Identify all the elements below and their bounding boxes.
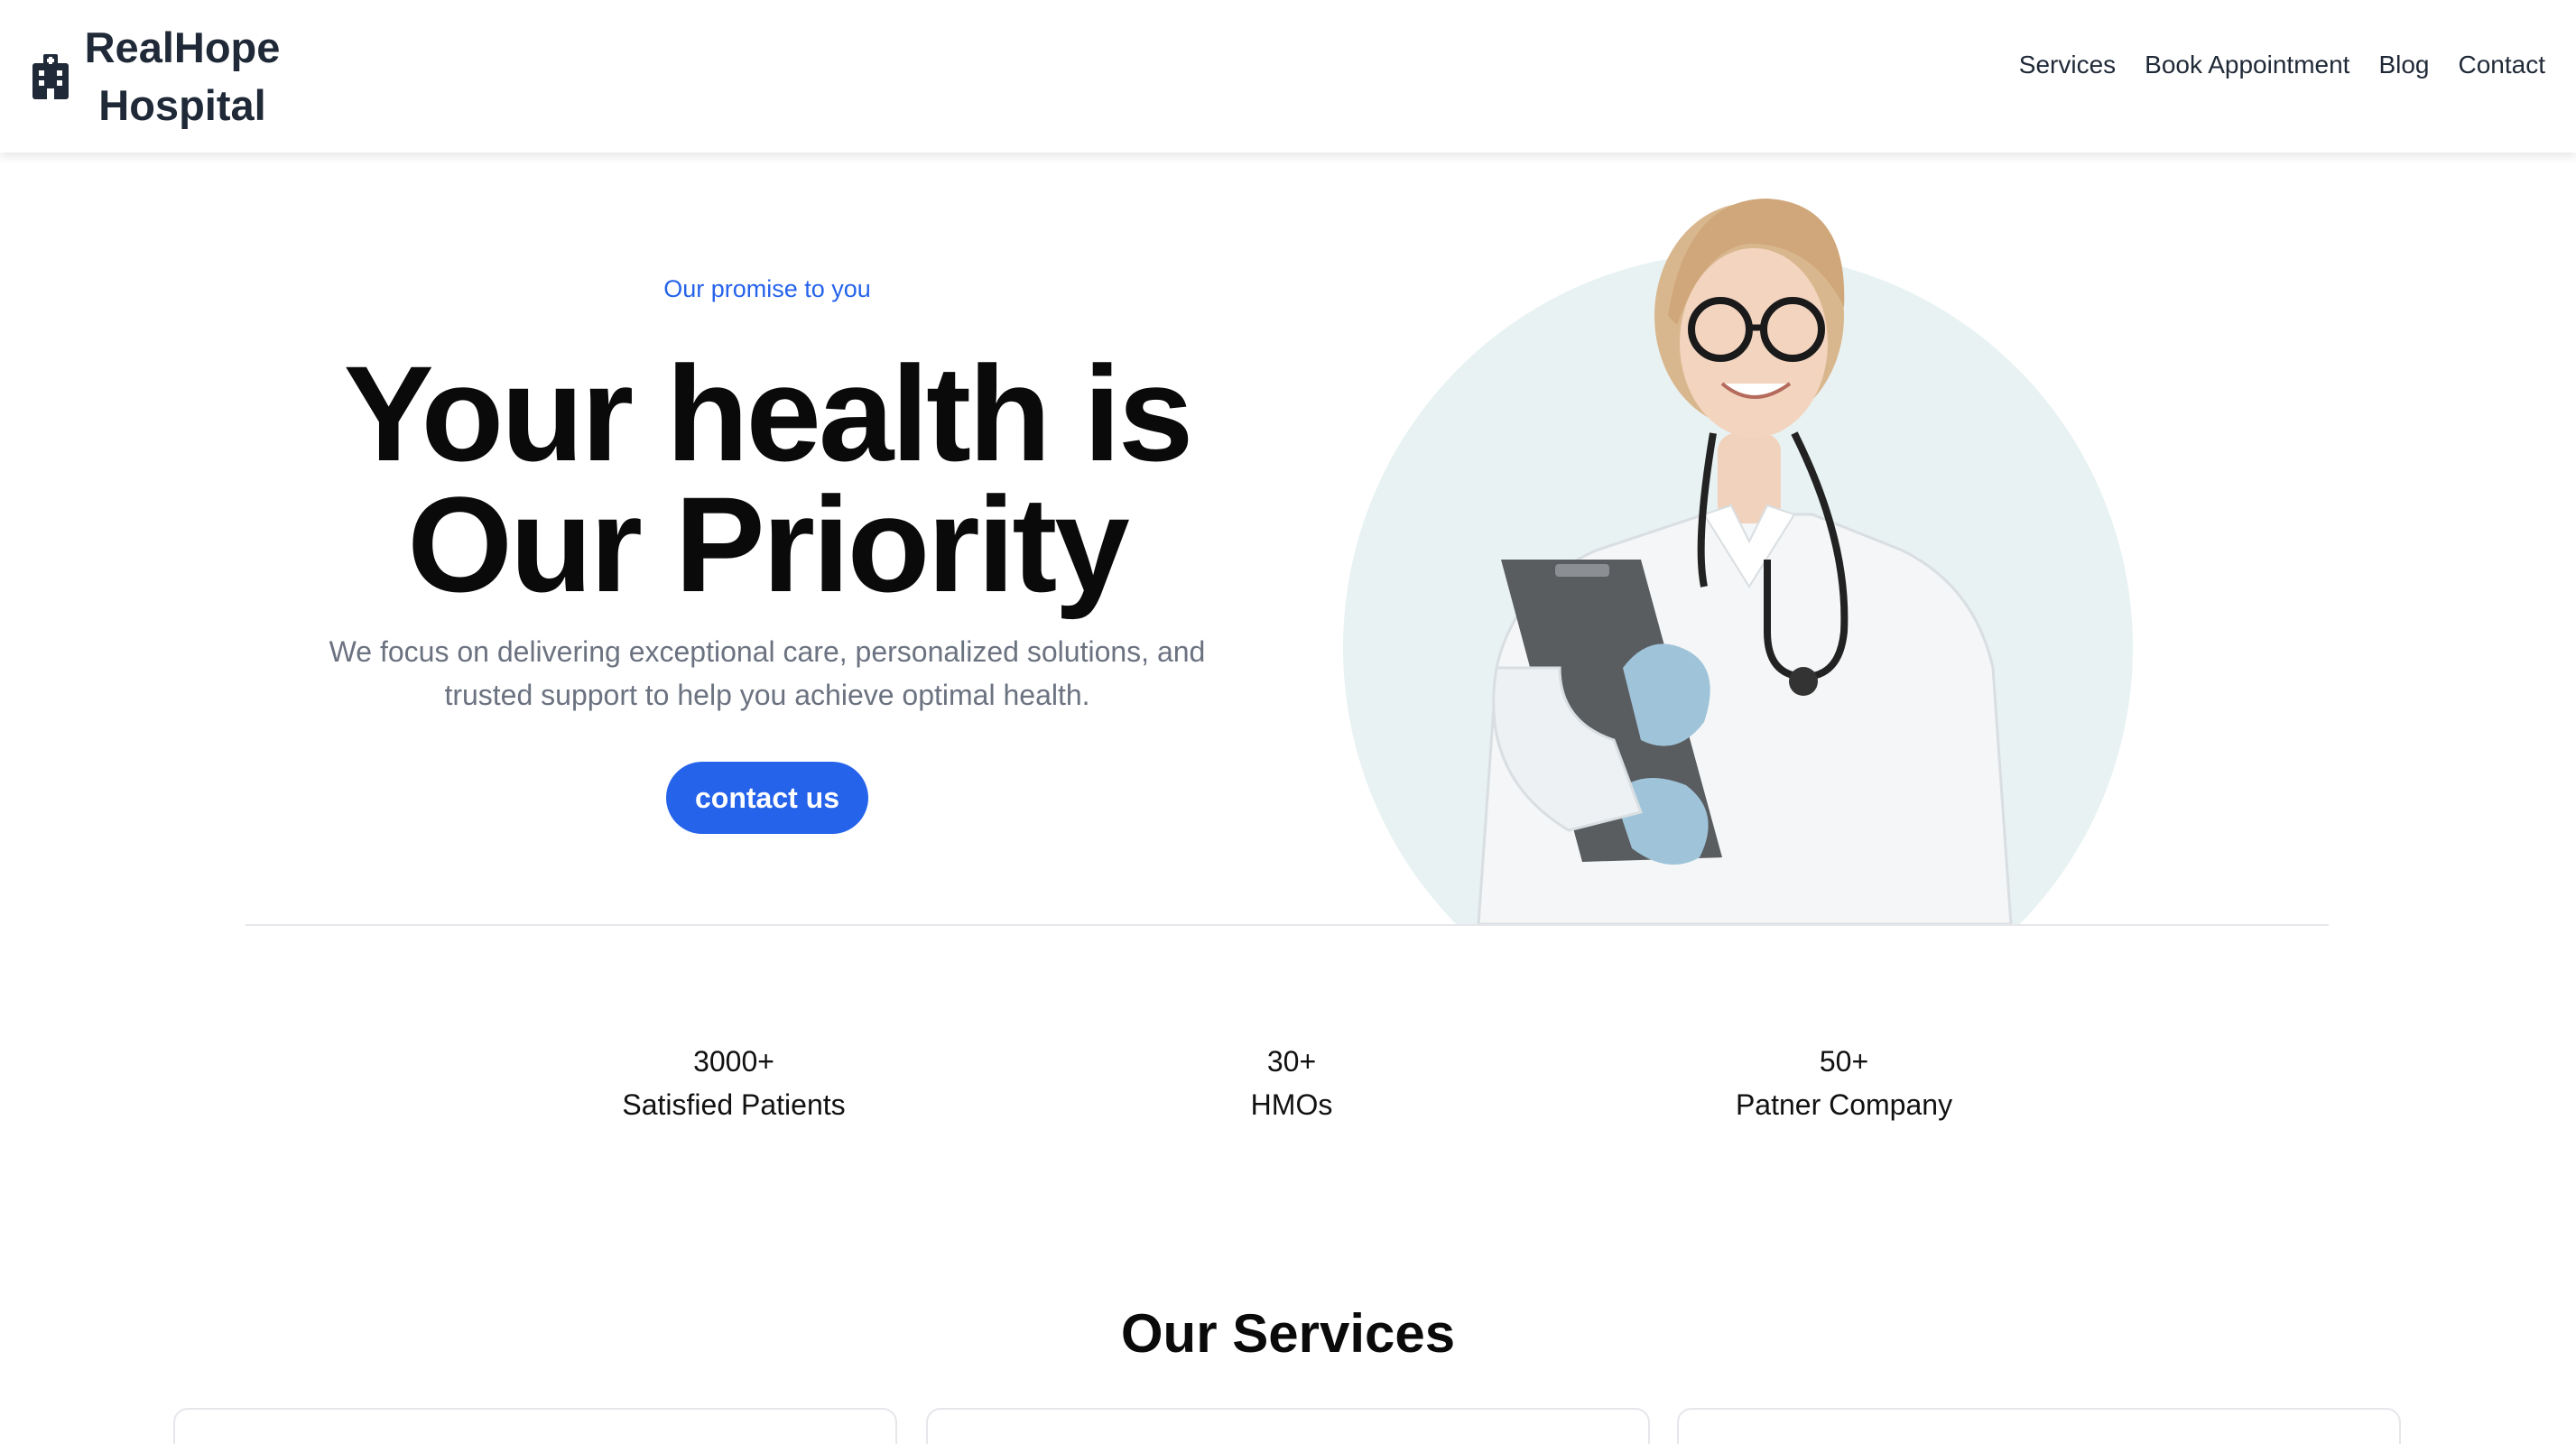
- stat-value: 3000+: [693, 1045, 774, 1078]
- hero-divider: [246, 924, 2329, 926]
- main-nav: Services Book Appointment Blog Contact: [2019, 43, 2545, 87]
- nav-services[interactable]: Services: [2019, 43, 2116, 87]
- nav-blog[interactable]: Blog: [2378, 43, 2429, 87]
- stat-hmos: 30+ HMOs: [1102, 1040, 1481, 1126]
- stat-label: Satisfied Patients: [622, 1088, 846, 1121]
- stat-label: HMOs: [1250, 1088, 1333, 1121]
- service-card[interactable]: [173, 1408, 897, 1444]
- nav-contact[interactable]: Contact: [2459, 43, 2546, 87]
- stat-partner-company: 50+ Patner Company: [1654, 1040, 2034, 1126]
- stat-label: Patner Company: [1735, 1088, 1953, 1121]
- hero-description: We focus on delivering exceptional care,…: [329, 635, 1206, 711]
- stat-value: 50+: [1819, 1045, 1869, 1078]
- hero-image: [1343, 162, 2137, 924]
- hero-eyebrow: Our promise to you: [663, 275, 871, 302]
- brand-name: RealHope Hospital: [84, 23, 281, 129]
- nav-book-appointment[interactable]: Book Appointment: [2145, 43, 2349, 87]
- site-header: RealHope Hospital Services Book Appointm…: [0, 0, 2576, 153]
- services-title: Our Services: [1120, 1303, 1456, 1364]
- hospital-building-icon: [32, 53, 69, 99]
- hero-headline-line-2: Our Priority: [407, 468, 1129, 620]
- contact-us-button[interactable]: contact us: [665, 762, 869, 834]
- doctor-illustration: [1477, 199, 2013, 924]
- stat-value: 30+: [1266, 1045, 1317, 1078]
- brand-logo[interactable]: RealHope Hospital: [31, 0, 282, 153]
- service-card[interactable]: [926, 1408, 1650, 1444]
- stat-satisfied-patients: 3000+ Satisfied Patients: [544, 1040, 923, 1126]
- service-card[interactable]: [1677, 1408, 2401, 1444]
- hero-headline-line-1: Your health is: [343, 338, 1194, 489]
- hero-text: Our promise to you Your health is Our Pr…: [271, 271, 1264, 834]
- page: RealHope Hospital Services Book Appointm…: [0, 0, 2576, 1444]
- hero-headline: Your health is Our Priority: [271, 346, 1264, 612]
